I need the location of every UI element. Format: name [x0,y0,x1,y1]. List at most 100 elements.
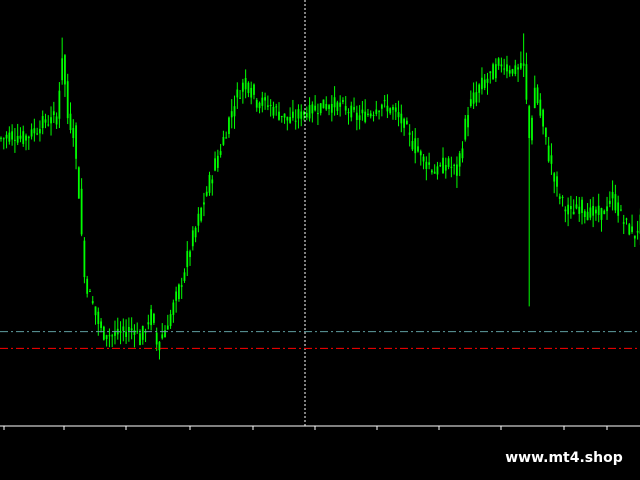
candle-body [247,82,250,94]
candle-body [250,87,253,98]
candle-body [525,64,528,100]
candle-body [597,205,600,215]
candle-body [464,118,467,140]
candle-body [89,291,91,293]
candle-body [375,109,378,114]
candle-body [286,116,289,121]
candle-body [153,313,155,323]
candle-body [636,231,639,233]
candle-body [19,135,22,139]
candle-body [539,99,542,116]
candle-body [344,106,347,111]
candle-body [600,208,603,220]
candle-body [475,92,478,103]
candle-body [305,113,308,118]
candle-body [567,204,570,215]
candle-body [481,77,483,90]
candle-body [100,321,102,328]
candle-body [175,291,178,301]
candle-body [536,87,539,104]
candle-body [497,58,500,66]
candle-body [342,100,344,102]
candle-body [433,171,436,174]
candle-body [547,145,550,162]
candle-body [172,302,175,315]
candle-body [428,162,431,165]
candle-body [194,227,197,238]
candle-body [558,196,561,199]
candle-body [456,164,458,176]
candle-body [169,314,172,326]
candle-body [83,240,86,278]
candle-body [50,117,52,124]
candle-body [300,111,303,119]
candle-body [353,107,355,110]
candle-body [280,115,283,118]
candle-body [186,251,189,268]
candle-body [469,99,472,107]
candle-body [578,206,581,214]
candle-body [283,113,286,118]
price-chart[interactable]: 21 Jun 04:4521 Jun 08:4521 Jun 12:4521 J… [0,0,640,430]
candle-body [330,103,333,113]
candle-body [264,97,266,101]
candle-body [150,309,153,326]
candle-body [467,115,469,128]
candle-body [80,188,83,235]
candle-body [214,158,216,171]
candle-body [75,125,77,159]
candle-body [130,328,133,331]
candle-body [544,127,547,138]
candle-body [325,103,328,110]
candle-body [203,202,205,205]
candle-body [41,116,44,129]
candle-body [622,222,625,224]
candle-body [297,109,300,119]
candle-body [25,135,27,141]
candle-body [141,325,144,340]
candle-body [403,118,405,128]
candle-body [261,97,264,106]
candle-body [453,164,456,166]
candle-body [553,173,556,182]
candle-body [431,170,433,173]
candle-body [27,136,30,139]
candle-body [272,106,275,116]
candle-body [180,285,183,287]
candle-body [439,165,442,167]
candle-body [383,100,386,102]
candlestick-chart[interactable]: 21 Jun 04:4521 Jun 08:4521 Jun 12:4521 J… [0,0,640,430]
candle-body [314,105,317,111]
candle-body [11,131,14,140]
candle-body [189,251,191,258]
candle-body [16,135,19,143]
candle-body [61,58,64,81]
candle-body [528,106,531,139]
candle-body [606,206,608,212]
candle-body [369,113,372,117]
candle-body [208,174,211,193]
candle-body [386,105,389,112]
candle-body [139,333,141,346]
candle-body [447,158,450,167]
candle-body [102,326,105,340]
candle-body [458,153,461,167]
candle-body [511,69,514,74]
candle-body [492,64,494,80]
candle-body [236,89,239,98]
candle-body [603,210,606,215]
candle-body [514,65,517,74]
candle-body [77,167,80,199]
candle-body [328,105,330,109]
candle-body [219,151,222,155]
candle-body [255,99,258,108]
candle-body [36,133,39,135]
candle-body [397,112,400,118]
candle-body [372,114,375,116]
candle-body [311,104,314,114]
candle-body [494,64,497,79]
candle-body [322,99,325,109]
candle-body [550,155,553,164]
candle-body [394,107,397,112]
candle-body [486,78,489,83]
